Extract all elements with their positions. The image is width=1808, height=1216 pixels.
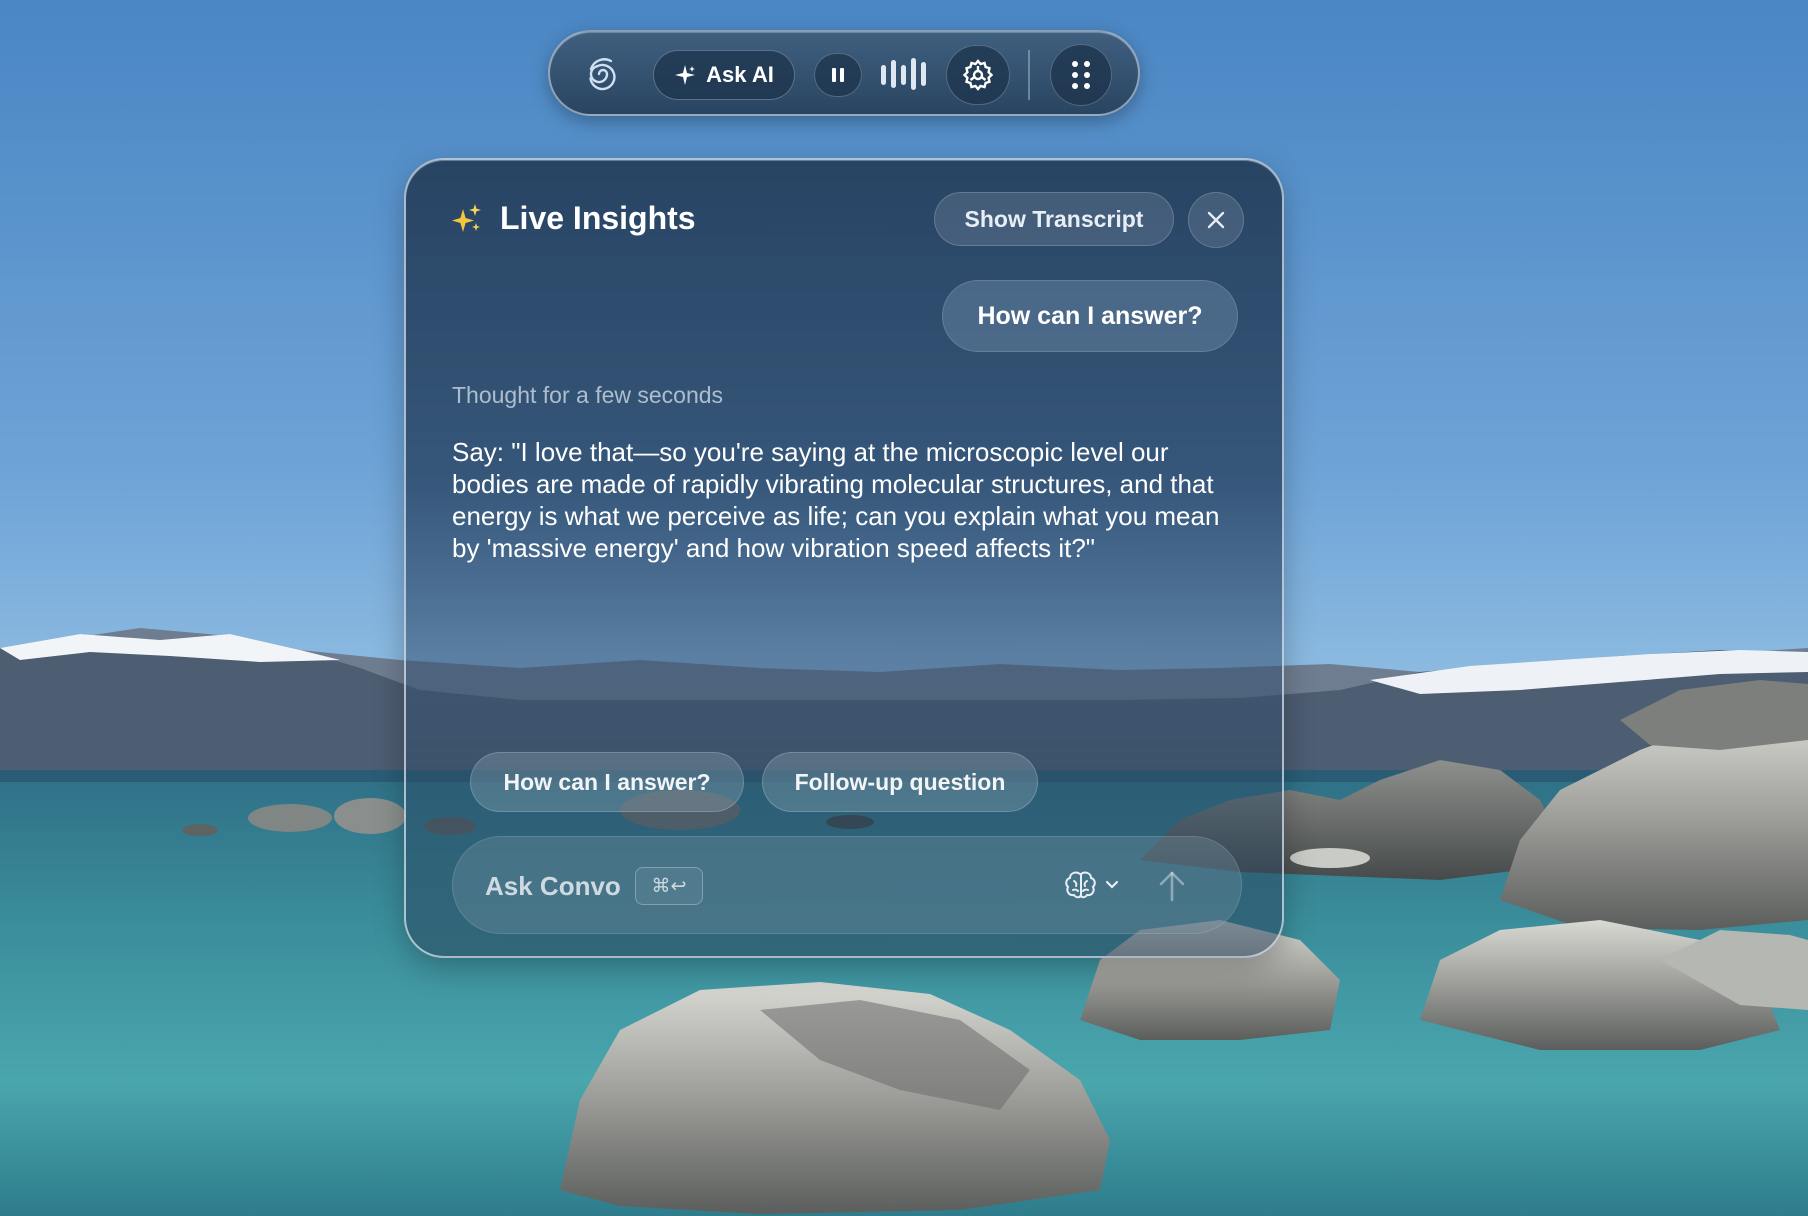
- more-menu-button[interactable]: [1050, 44, 1112, 106]
- show-transcript-button[interactable]: Show Transcript: [934, 192, 1174, 246]
- panel-header: Live Insights: [448, 200, 696, 237]
- ask-input-placeholder: Ask Convo: [485, 871, 621, 901]
- arrow-up-icon: [1159, 871, 1185, 902]
- floating-control-bar: Ask AI: [548, 30, 1140, 116]
- audio-waveform-icon: [881, 58, 926, 90]
- swirl-logo-icon: [589, 58, 616, 91]
- chevron-down-icon: [1105, 880, 1119, 889]
- user-message-bubble: How can I answer?: [942, 280, 1238, 352]
- app-logo-button[interactable]: [580, 51, 626, 97]
- close-icon: [1207, 211, 1225, 229]
- gear-icon: [962, 59, 994, 91]
- toolbar-divider: [1028, 50, 1030, 100]
- suggestion-chip-follow-up[interactable]: Follow-up question: [762, 752, 1038, 812]
- sparkle-icon: [675, 65, 696, 85]
- pause-icon: [832, 68, 844, 82]
- ask-input-bar[interactable]: Ask Convo ⌘↩: [452, 836, 1242, 934]
- live-insights-panel: Live Insights Show Transcript How can I …: [404, 158, 1284, 958]
- ai-answer-text: Say: "I love that—so you're saying at th…: [452, 437, 1220, 563]
- send-button[interactable]: [1149, 863, 1195, 909]
- panel-title: Live Insights: [500, 200, 696, 236]
- brain-icon: [1065, 871, 1096, 899]
- keyboard-shortcut-hint: ⌘↩: [635, 867, 703, 905]
- ask-ai-label: Ask AI: [706, 62, 774, 87]
- audio-level-button[interactable]: [876, 51, 934, 97]
- sparkles-icon: [452, 203, 481, 232]
- close-button[interactable]: [1188, 192, 1244, 248]
- suggestion-chip-answer[interactable]: How can I answer?: [470, 752, 744, 812]
- pause-button[interactable]: [814, 53, 862, 97]
- model-selector-button[interactable]: [1063, 865, 1125, 905]
- settings-button[interactable]: [946, 45, 1010, 105]
- ask-ai-button[interactable]: Ask AI: [653, 50, 795, 100]
- thought-status-label: Thought for a few seconds: [452, 382, 724, 408]
- grid-dots-icon: [1072, 61, 1090, 89]
